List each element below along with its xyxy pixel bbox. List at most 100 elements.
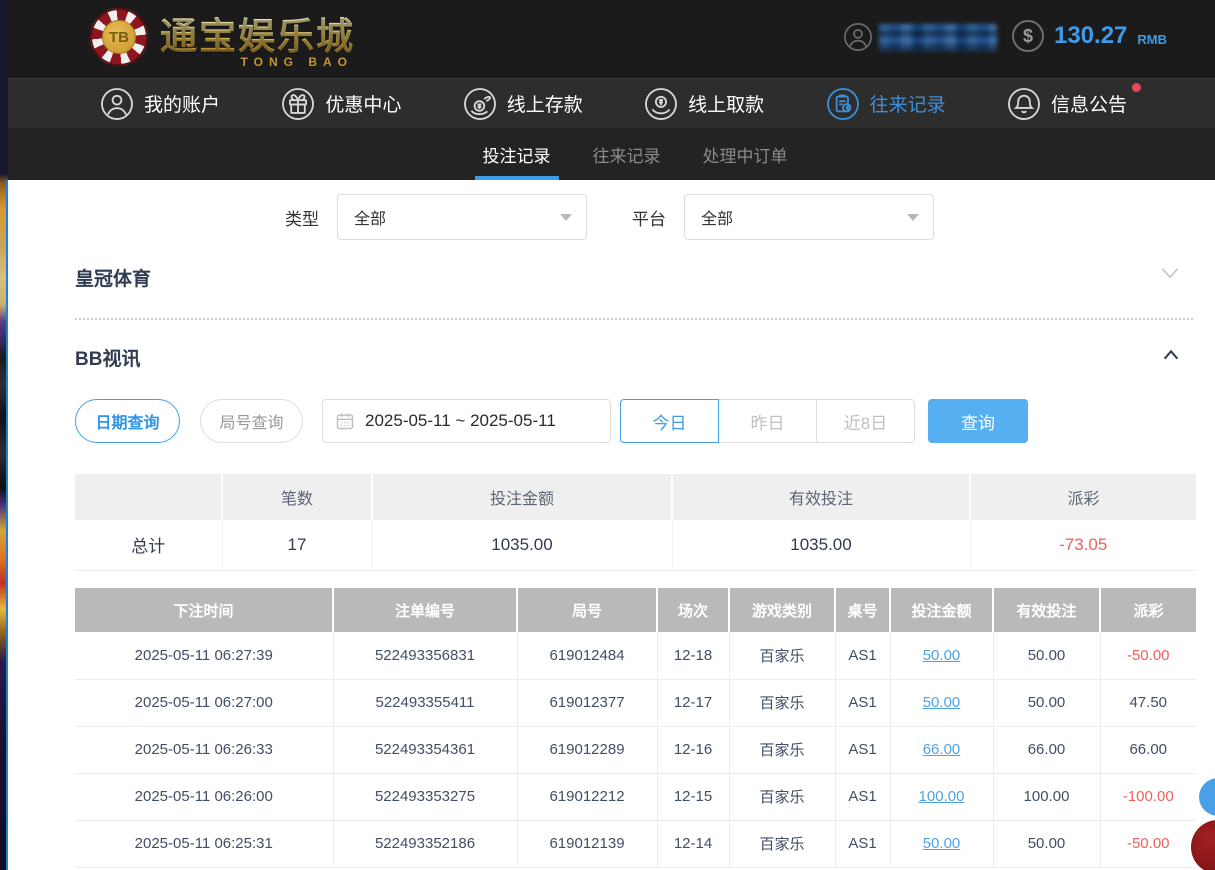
cell-round-id: 619012289 <box>517 726 657 773</box>
section-crown-sports: 皇冠体育 <box>75 264 151 291</box>
cell-order-id: 522493356831 <box>333 632 517 679</box>
user-account[interactable] <box>843 22 997 52</box>
chevron-up-icon <box>1159 344 1183 366</box>
bets-header-row: 下注时间注单编号局号场次游戏类别桌号投注金额有效投注派彩 <box>75 588 1196 632</box>
date-range-input[interactable]: 2025-05-11 ~ 2025-05-11 <box>322 399 611 443</box>
filter-row: 类型 全部 平台 全部 <box>285 194 934 240</box>
cell-payout: -50.00 <box>1100 820 1196 867</box>
deposit-icon <box>463 87 497 121</box>
calendar-icon <box>335 411 355 431</box>
bell-icon <box>1007 87 1041 121</box>
nav-item-label: 线上取款 <box>688 90 764 117</box>
summary-col-header: 派彩 <box>970 474 1196 520</box>
bet-amount-link[interactable]: 50.00 <box>923 647 961 664</box>
balance-amount: 130.27 <box>1054 22 1127 50</box>
summary-bet-amount: 1035.00 <box>372 520 672 570</box>
summary-col-header: 有效投注 <box>672 474 970 520</box>
cell-valid: 66.00 <box>993 726 1100 773</box>
top-header: TB 通宝娱乐城 TONG BAO $ 130.27 RMB <box>8 0 1215 78</box>
poker-chip-icon: TB <box>90 8 148 66</box>
chevron-down-icon <box>1157 260 1183 286</box>
nav-item-deposit[interactable]: 线上存款 <box>463 87 583 121</box>
type-filter-label: 类型 <box>285 205 319 230</box>
cell-order-id: 522493352186 <box>333 820 517 867</box>
balance-currency: RMB <box>1137 32 1167 47</box>
logo-title: 通宝娱乐城 <box>160 14 355 60</box>
cell-payout: 47.50 <box>1100 679 1196 726</box>
search-button[interactable]: 查询 <box>928 399 1028 443</box>
type-select[interactable]: 全部 <box>337 194 587 240</box>
date-query-button[interactable]: 日期查询 <box>75 399 180 443</box>
withdraw-icon <box>644 87 678 121</box>
tab-0[interactable]: 投注记录 <box>483 128 551 180</box>
table-row: 2025-05-11 06:27:39522493356831619012484… <box>75 632 1196 679</box>
nav-item-label: 信息公告 <box>1051 90 1127 117</box>
cell-time: 2025-05-11 06:27:00 <box>75 679 333 726</box>
nav-item-user[interactable]: 我的账户 <box>100 87 220 121</box>
cell-valid: 50.00 <box>993 820 1100 867</box>
summary-table: 笔数投注金额有效投注派彩 总计 17 1035.00 1035.00 -73.0… <box>75 474 1196 571</box>
cell-time: 2025-05-11 06:25:31 <box>75 820 333 867</box>
section-divider <box>75 318 1193 320</box>
cell-round-id: 619012484 <box>517 632 657 679</box>
platform-filter-label: 平台 <box>632 205 666 230</box>
cell-time: 2025-05-11 06:26:00 <box>75 773 333 820</box>
cell-bet: 100.00 <box>890 773 993 820</box>
table-row: 2025-05-11 06:27:00522493355411619012377… <box>75 679 1196 726</box>
nav-item-gift[interactable]: 优惠中心 <box>281 87 401 121</box>
summary-total-label: 总计 <box>75 520 222 570</box>
bet-amount-link[interactable]: 50.00 <box>923 835 961 852</box>
cell-bet: 50.00 <box>890 679 993 726</box>
summary-col-header <box>75 474 222 520</box>
cell-time: 2025-05-11 06:27:39 <box>75 632 333 679</box>
cell-game-type: 百家乐 <box>729 820 835 867</box>
page: TB 通宝娱乐城 TONG BAO $ 130.27 RMB 我的账户 优惠中心 线… <box>0 0 1215 870</box>
nav-item-label: 优惠中心 <box>325 90 401 117</box>
summary-header-row: 笔数投注金额有效投注派彩 <box>75 474 1196 520</box>
bets-col-header: 场次 <box>657 588 729 632</box>
cell-table-id: AS1 <box>835 679 890 726</box>
query-controls: 日期查询 局号查询 2025-05-11 ~ 2025-05-11 今日昨日近8… <box>75 399 1215 443</box>
main-navigation: 我的账户 优惠中心 线上存款 线上取款 往来记录 信息公告 <box>8 78 1215 128</box>
bet-amount-link[interactable]: 66.00 <box>923 741 961 758</box>
chevron-down-icon <box>560 214 572 221</box>
cell-payout: -100.00 <box>1100 773 1196 820</box>
platform-select[interactable]: 全部 <box>684 194 934 240</box>
bets-col-header: 投注金额 <box>890 588 993 632</box>
nav-item-withdraw[interactable]: 线上取款 <box>644 87 764 121</box>
cell-bet: 50.00 <box>890 820 993 867</box>
crown-sports-expand[interactable] <box>1157 260 1183 286</box>
cell-order-id: 522493355411 <box>333 679 517 726</box>
tab-1[interactable]: 往来记录 <box>593 128 661 180</box>
table-row: 2025-05-11 06:26:00522493353275619012212… <box>75 773 1196 820</box>
platform-select-value: 全部 <box>701 205 733 229</box>
quick-date-button-1[interactable]: 昨日 <box>718 399 817 443</box>
nav-item-records[interactable]: 往来记录 <box>826 87 946 121</box>
bet-amount-link[interactable]: 50.00 <box>923 694 961 711</box>
cell-game-type: 百家乐 <box>729 632 835 679</box>
cell-session: 12-17 <box>657 679 729 726</box>
bets-col-header: 游戏类别 <box>729 588 835 632</box>
quick-date-button-0[interactable]: 今日 <box>620 399 719 443</box>
nav-item-bell[interactable]: 信息公告 <box>1007 87 1127 121</box>
bets-table: 下注时间注单编号局号场次游戏类别桌号投注金额有效投注派彩 2025-05-11 … <box>75 588 1196 868</box>
round-query-button[interactable]: 局号查询 <box>200 399 303 443</box>
background-art-strip <box>0 0 8 870</box>
site-logo[interactable]: TB 通宝娱乐城 TONG BAO <box>90 8 355 66</box>
bet-amount-link[interactable]: 100.00 <box>919 788 965 805</box>
bets-col-header: 下注时间 <box>75 588 333 632</box>
cell-round-id: 619012212 <box>517 773 657 820</box>
cell-session: 12-14 <box>657 820 729 867</box>
cell-bet: 50.00 <box>890 632 993 679</box>
cell-game-type: 百家乐 <box>729 679 835 726</box>
bets-col-header: 派彩 <box>1100 588 1196 632</box>
tab-2[interactable]: 处理中订单 <box>703 128 788 180</box>
summary-col-header: 投注金额 <box>372 474 672 520</box>
bb-video-collapse[interactable] <box>1159 344 1183 366</box>
section-bb-video: BB视讯 <box>75 344 140 371</box>
quick-date-button-2[interactable]: 近8日 <box>816 399 915 443</box>
date-range-value: 2025-05-11 ~ 2025-05-11 <box>365 411 556 431</box>
cell-valid: 100.00 <box>993 773 1100 820</box>
bets-col-header: 局号 <box>517 588 657 632</box>
cell-valid: 50.00 <box>993 679 1100 726</box>
